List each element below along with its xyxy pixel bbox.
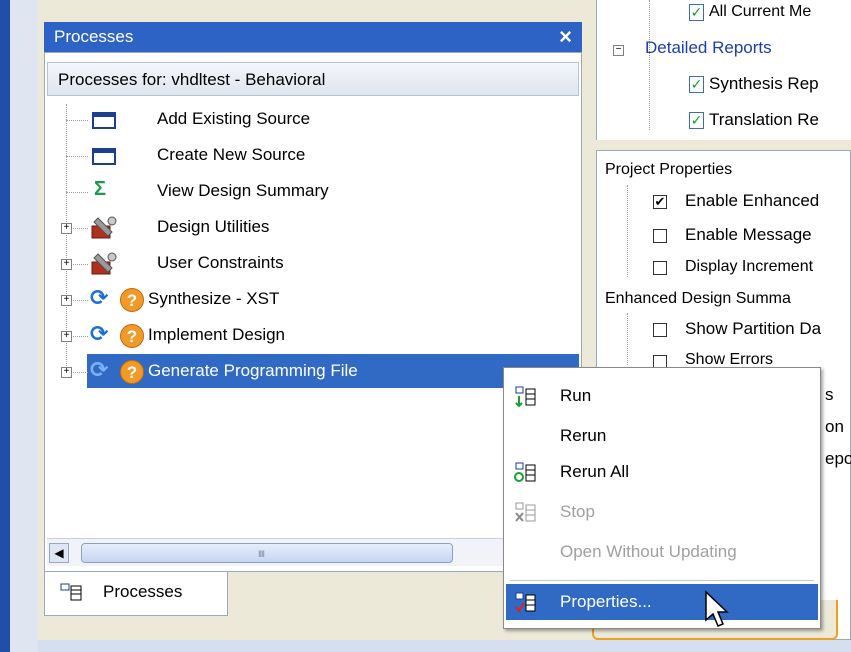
- process-item-label: Synthesize - XST: [148, 289, 280, 308]
- scrollbar-grip: IIII: [258, 549, 265, 559]
- horizontal-scrollbar[interactable]: ◀ IIII: [47, 538, 579, 566]
- process-item-generate-programming-file[interactable]: + ⟳ ? Generate Programming File: [50, 355, 580, 389]
- process-item-label: Add Existing Source: [157, 109, 311, 128]
- mouse-cursor-icon: [705, 590, 729, 627]
- process-item-create-new-source[interactable]: Create New Source: [50, 139, 580, 173]
- report-item-label[interactable]: Translation Re: [709, 110, 819, 130]
- menu-item-label: Properties...: [560, 592, 652, 611]
- stop-icon: [515, 502, 536, 522]
- menu-item-label: Rerun All: [560, 462, 629, 481]
- process-item-label: Generate Programming File: [148, 361, 358, 380]
- rerun-all-icon: [514, 462, 536, 482]
- tree-branch: [66, 156, 88, 157]
- process-item-label: View Design Summary: [157, 181, 329, 200]
- section-heading: Project Properties: [605, 161, 733, 178]
- property-label: Enable Enhanced: [685, 191, 820, 210]
- processes-panel-titlebar: Processes ×: [44, 22, 582, 52]
- expand-icon[interactable]: +: [61, 259, 72, 270]
- reports-tree-panel: ✓ All Current Me − Detailed Reports ✓ Sy…: [596, 0, 851, 140]
- process-item-synthesize-xst[interactable]: + ⟳ ? Synthesize - XST: [50, 283, 580, 317]
- tree-branch: [73, 300, 88, 301]
- tree-branch: [73, 336, 88, 337]
- property-label: Enable Message: [685, 225, 812, 244]
- tree-branch: [73, 372, 88, 373]
- process-item-implement-design[interactable]: + ⟳ ? Implement Design: [50, 319, 580, 353]
- report-check-icon: ✓: [689, 112, 704, 129]
- process-item-label: User Constraints: [157, 253, 284, 272]
- question-icon: ?: [120, 324, 144, 348]
- tree-branch: [66, 120, 88, 121]
- property-checkbox[interactable]: [653, 261, 667, 275]
- property-label-partial: epo: [825, 449, 851, 468]
- tree-guide-line: [649, 0, 650, 130]
- menu-item-properties[interactable]: Properties...: [506, 584, 818, 620]
- menu-item-rerun[interactable]: Rerun: [506, 418, 818, 454]
- process-item-view-design-summary[interactable]: Σ View Design Summary: [50, 175, 580, 209]
- report-item-label[interactable]: Synthesis Rep: [709, 74, 819, 94]
- property-label: Display Increment: [685, 258, 814, 275]
- scroll-left-arrow-icon[interactable]: ◀: [49, 543, 69, 563]
- menu-item-open-without-updating[interactable]: Open Without Updating: [506, 534, 818, 570]
- left-edge-strip: [0, 0, 10, 652]
- window-icon: [92, 148, 116, 165]
- property-label: Show Partition Da: [685, 319, 822, 338]
- tab-processes[interactable]: Processes: [44, 572, 228, 616]
- processes-header: Processes for: vhdltest - Behavioral: [47, 62, 579, 96]
- process-item-add-existing-source[interactable]: Add Existing Source: [50, 103, 580, 137]
- property-checkbox[interactable]: ✔: [653, 195, 667, 209]
- refresh-icon: ⟳: [90, 285, 109, 310]
- menu-item-label: Rerun: [560, 426, 607, 445]
- section-heading: Enhanced Design Summa: [605, 290, 791, 307]
- bottom-status-strip: [38, 640, 851, 652]
- process-item-label: Create New Source: [157, 145, 306, 164]
- process-item-label: Implement Design: [148, 325, 286, 344]
- property-label-partial: s: [825, 385, 834, 404]
- tools-icon: [91, 252, 117, 275]
- scrollbar-thumb[interactable]: IIII: [81, 543, 453, 563]
- expand-icon[interactable]: +: [61, 367, 72, 378]
- menu-item-label: Open Without Updating: [560, 542, 737, 561]
- processes-panel-title: Processes: [54, 27, 134, 46]
- menu-separator: [510, 580, 814, 581]
- question-icon: ?: [120, 288, 144, 312]
- report-check-icon: ✓: [689, 76, 704, 93]
- tree-guide-line: [627, 185, 628, 277]
- property-label-partial: on: [825, 417, 844, 436]
- expand-icon[interactable]: +: [61, 295, 72, 306]
- menu-item-label: Run: [560, 386, 592, 405]
- menu-item-run[interactable]: Run: [506, 378, 818, 414]
- report-check-icon: ✓: [689, 4, 704, 21]
- left-dock-strip: [10, 0, 38, 652]
- menu-item-stop[interactable]: Stop: [506, 494, 818, 530]
- refresh-icon: ⟳: [90, 321, 109, 346]
- collapse-icon[interactable]: −: [613, 45, 624, 56]
- process-item-user-constraints[interactable]: + User Constraints: [50, 247, 580, 281]
- process-item-design-utilities[interactable]: + Design Utilities: [50, 211, 580, 245]
- processes-tab-icon: [60, 583, 82, 601]
- question-icon: ?: [120, 360, 144, 384]
- tree-branch: [73, 228, 88, 229]
- tree-branch: [66, 192, 88, 193]
- processes-header-label: Processes for: vhdltest - Behavioral: [58, 70, 326, 89]
- context-menu: Run Rerun Rerun All Stop Open Without Up…: [503, 367, 821, 629]
- report-folder-label[interactable]: Detailed Reports: [645, 38, 772, 58]
- menu-item-label: Stop: [560, 502, 595, 521]
- window-icon: [92, 112, 116, 129]
- properties-icon: [515, 592, 536, 613]
- process-item-label: Design Utilities: [157, 217, 270, 236]
- property-checkbox[interactable]: [653, 229, 667, 243]
- tree-guide-line: [627, 313, 628, 365]
- expand-icon[interactable]: +: [61, 223, 72, 234]
- tab-processes-label: Processes: [103, 582, 183, 601]
- tools-icon: [91, 216, 117, 239]
- tree-branch: [73, 264, 88, 265]
- report-item-label[interactable]: All Current Me: [709, 3, 811, 21]
- expand-icon[interactable]: +: [61, 331, 72, 342]
- run-icon: [515, 386, 536, 408]
- close-icon[interactable]: ×: [559, 24, 572, 50]
- refresh-icon: ⟳: [90, 357, 109, 382]
- sigma-icon: Σ: [94, 178, 107, 200]
- menu-item-rerun-all[interactable]: Rerun All: [506, 454, 818, 490]
- property-checkbox[interactable]: [653, 323, 667, 337]
